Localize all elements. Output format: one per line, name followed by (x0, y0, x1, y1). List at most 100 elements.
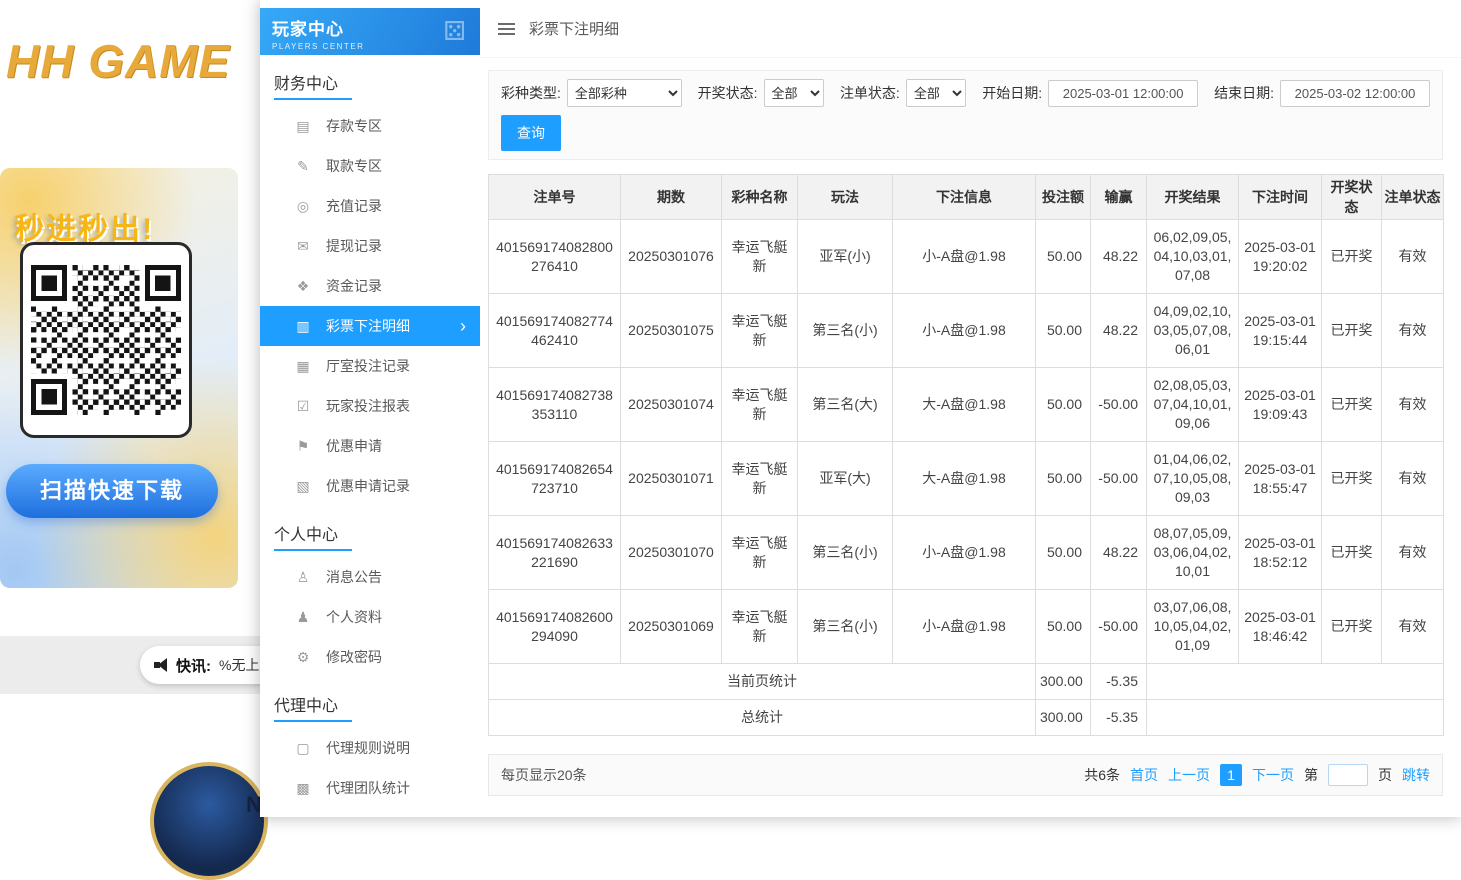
total-count-label: 共6条 (1084, 765, 1120, 785)
cell-draw-status: 已开奖 (1322, 590, 1382, 664)
jump-button[interactable]: 跳转 (1402, 765, 1430, 785)
column-header: 开奖状态 (1322, 175, 1382, 220)
news-ticker-band: 快讯: %无上 (0, 636, 260, 694)
menu-toggle-icon[interactable] (498, 23, 515, 35)
cell-bet-time: 2025-03-01 19:15:44 (1239, 294, 1322, 368)
promo-record-icon: ▧ (294, 478, 312, 495)
cell-draw-result: 04,09,02,10,03,05,07,08,06,01 (1147, 294, 1239, 368)
table-row: 40156917408277446241020250301075幸运飞艇新第三名… (489, 294, 1444, 368)
gear-icon: ⚙ (294, 649, 312, 666)
cell-lottery-name: 幸运飞艇新 (722, 368, 798, 442)
cell-draw-status: 已开奖 (1322, 442, 1382, 516)
cell-bet-amount: 50.00 (1036, 368, 1091, 442)
table-row: 40156917408265472371020250301071幸运飞艇新亚军(… (489, 442, 1444, 516)
sidebar-item-promo-apply[interactable]: ⚑优惠申请 (260, 426, 480, 466)
cell-period: 20250301071 (621, 442, 722, 516)
next-page-link[interactable]: 下一页 (1252, 765, 1294, 785)
sidebar-item-withdraw-zone[interactable]: ✎取款专区 (260, 146, 480, 186)
report-icon: ☑ (294, 398, 312, 415)
sidebar-item-label: 提现记录 (326, 236, 382, 256)
column-header: 注单号 (489, 175, 621, 220)
jump-page-input[interactable] (1328, 764, 1368, 786)
sidebar-item-cashout-records[interactable]: ✉提现记录 (260, 226, 480, 266)
sidebar-item-label: 存款专区 (326, 116, 382, 136)
cell-draw-status: 已开奖 (1322, 220, 1382, 294)
players-center-panel: 玩家中心 PLAYERS CENTER ⚄ 财务中心▤存款专区✎取款专区◎充值记… (260, 0, 1461, 817)
cell-order-id: 401569174082633221690 (489, 516, 621, 590)
sidebar-header: 玩家中心 PLAYERS CENTER ⚄ (260, 8, 480, 55)
sidebar-item-player-bet-report[interactable]: ☑玩家投注报表 (260, 386, 480, 426)
sidebar-item-label: 消息公告 (326, 567, 382, 587)
cell-order-status: 有效 (1382, 590, 1444, 664)
cell-bet-time: 2025-03-01 19:20:02 (1239, 220, 1322, 294)
cell-order-status: 有效 (1382, 368, 1444, 442)
cell-draw-result: 02,08,05,03,07,04,10,01,09,06 (1147, 368, 1239, 442)
sidebar-item-label: 优惠申请 (326, 436, 382, 456)
cell-win-loss: -50.00 (1091, 442, 1147, 516)
sidebar-item-messages[interactable]: ♙消息公告 (260, 557, 480, 597)
jump-prefix-label: 第 (1304, 765, 1318, 785)
sidebar-item-agent-rules[interactable]: ▢代理规则说明 (260, 728, 480, 768)
cell-order-status: 有效 (1382, 516, 1444, 590)
search-button[interactable]: 查询 (501, 115, 561, 151)
sidebar-item-funds-records[interactable]: ❖资金记录 (260, 266, 480, 306)
start-date-label: 开始日期: (982, 83, 1042, 103)
cell-draw-result: 08,07,05,09,03,06,04,02,10,01 (1147, 516, 1239, 590)
recharge-record-icon: ◎ (294, 198, 312, 215)
cell-order-id: 401569174082800276410 (489, 220, 621, 294)
cell-bet-time: 2025-03-01 18:52:12 (1239, 516, 1322, 590)
sidebar-item-hall-bet-records[interactable]: ▦厅室投注记录 (260, 346, 480, 386)
cell-order-id: 401569174082738353110 (489, 368, 621, 442)
current-page-summary-empty (1147, 664, 1444, 700)
first-page-link[interactable]: 首页 (1130, 765, 1158, 785)
sidebar-item-agent-team-stats[interactable]: ▩ 代理团队统计 (260, 768, 480, 808)
end-date-input[interactable] (1280, 80, 1430, 107)
section-underline (274, 549, 352, 551)
table-row: 40156917408280027641020250301076幸运飞艇新亚军(… (489, 220, 1444, 294)
scan-download-button[interactable]: 扫描快速下载 (6, 464, 218, 518)
page-title: 彩票下注明细 (529, 18, 619, 39)
order-status-select[interactable]: 全部 (906, 79, 966, 107)
sidebar-item-label: 彩票下注明细 (326, 316, 410, 336)
sidebar-item-change-password[interactable]: ⚙ 修改密码 (260, 637, 480, 677)
sidebar-nav: 财务中心▤存款专区✎取款专区◎充值记录✉提现记录❖资金记录▥彩票下注明细›▦厅室… (260, 55, 480, 808)
column-header: 输赢 (1091, 175, 1147, 220)
cell-draw-result: 06,02,09,05,04,10,03,01,07,08 (1147, 220, 1239, 294)
cell-bet-time: 2025-03-01 18:46:42 (1239, 590, 1322, 664)
sidebar-item-recharge-records[interactable]: ◎充值记录 (260, 186, 480, 226)
sidebar: 玩家中心 PLAYERS CENTER ⚄ 财务中心▤存款专区✎取款专区◎充值记… (260, 0, 480, 817)
summary-row-total: 总统计 300.00 -5.35 (489, 700, 1444, 736)
section-title: 个人中心 (260, 506, 480, 549)
cell-period: 20250301070 (621, 516, 722, 590)
sidebar-item-profile[interactable]: ♟个人资料 (260, 597, 480, 637)
lottery-type-select[interactable]: 全部彩种 (567, 79, 682, 107)
cell-bet-time: 2025-03-01 19:09:43 (1239, 368, 1322, 442)
cell-draw-status: 已开奖 (1322, 294, 1382, 368)
cell-bet-info: 大-A盘@1.98 (893, 368, 1036, 442)
jump-suffix-label: 页 (1378, 765, 1392, 785)
prev-page-link[interactable]: 上一页 (1168, 765, 1210, 785)
agent-rules-icon: ▢ (294, 740, 312, 757)
cell-order-status: 有效 (1382, 220, 1444, 294)
start-date-input[interactable] (1048, 80, 1198, 107)
section-underline (274, 98, 352, 100)
agent-stats-icon: ▩ (294, 780, 312, 797)
ticker-label: 快讯: (176, 655, 211, 676)
bet-table: 注单号期数彩种名称玩法下注信息投注额输赢开奖结果下注时间开奖状态注单状态 401… (488, 174, 1444, 736)
sidebar-item-deposit-zone[interactable]: ▤ 存款专区 (260, 106, 480, 146)
cell-period: 20250301074 (621, 368, 722, 442)
sidebar-item-promo-apply-records[interactable]: ▧优惠申请记录 (260, 466, 480, 506)
cell-draw-result: 01,04,06,02,07,10,05,08,09,03 (1147, 442, 1239, 516)
cell-lottery-name: 幸运飞艇新 (722, 220, 798, 294)
deposit-card-icon: ▤ (294, 118, 312, 135)
sidebar-item-label: 代理团队统计 (326, 778, 410, 798)
cell-draw-status: 已开奖 (1322, 368, 1382, 442)
sidebar-item-label: 修改密码 (326, 647, 382, 667)
current-page-bet-total: 300.00 (1036, 664, 1091, 700)
section-title: 代理中心 (260, 677, 480, 720)
draw-status-select[interactable]: 全部 (764, 79, 824, 107)
cell-play-type: 亚军(大) (798, 442, 893, 516)
profile-icon: ♟ (294, 609, 312, 626)
sidebar-item-lottery-bet-details[interactable]: ▥彩票下注明细› (260, 306, 480, 346)
sidebar-item-label: 厅室投注记录 (326, 356, 410, 376)
